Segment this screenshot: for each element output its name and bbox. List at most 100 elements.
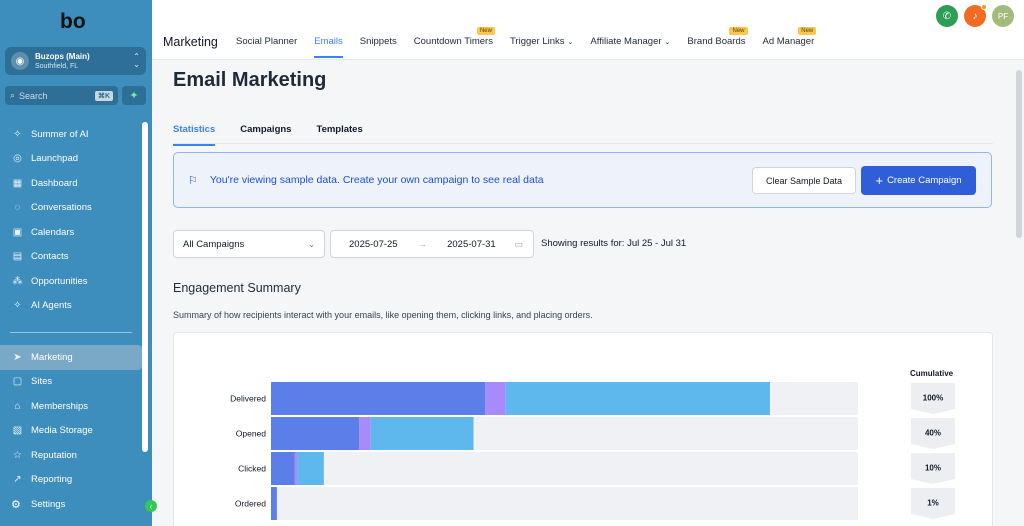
sidebar-item-memberships[interactable]: ⌂ Memberships	[0, 394, 152, 419]
tab-emails[interactable]: Emails	[314, 36, 343, 58]
brand-logo[interactable]: bo	[60, 10, 92, 32]
send-icon: ➤	[13, 351, 22, 363]
category-label-ordered: Ordered	[235, 499, 266, 509]
sidebar-item-marketing[interactable]: ➤ Marketing	[0, 345, 142, 370]
sidebar-item-opportunities[interactable]: ⁂ Opportunities	[0, 269, 152, 294]
sidebar-nav: ✧ Summer of AI ◎ Launchpad ▦ Dashboard ◌ Con…	[0, 122, 152, 492]
tab-affiliate-manager[interactable]: Affiliate Manager ⌄	[590, 36, 670, 58]
search-input[interactable]: ⌕ Search ⌘K	[5, 86, 118, 105]
bar-segment-delivered-3[interactable]	[505, 382, 770, 415]
trend-icon: ↗	[13, 474, 22, 486]
tab-snippets[interactable]: Snippets	[360, 36, 397, 58]
sidebar-item-reputation[interactable]: ☆ Reputation	[0, 443, 152, 468]
account-location: Southfield, FL	[35, 62, 79, 70]
calendar-icon: ▭	[514, 238, 523, 249]
chevron-updown-icon: ⌃ ⌄	[133, 52, 140, 69]
user-avatar[interactable]: PF	[992, 5, 1014, 27]
sidebar-item-sites[interactable]: ▢ Sites	[0, 370, 152, 395]
sidebar-item-summer-of-ai[interactable]: ✧ Summer of AI	[0, 122, 152, 147]
plus-icon: +	[875, 173, 884, 188]
bar-segment-opened-3[interactable]	[370, 417, 474, 450]
sidebar-item-label: Dashboard	[31, 177, 78, 189]
flag-icon: ⚐	[188, 174, 198, 187]
sidebar-item-dashboard[interactable]: ▦ Dashboard	[0, 171, 152, 196]
brand-logo-text: bo	[60, 10, 86, 32]
sidebar-item-settings[interactable]: ⚙ Settings	[11, 498, 65, 511]
cumulative-value-clicked: 10%	[925, 464, 941, 473]
module-title: Marketing	[163, 35, 218, 49]
search-icon: ⌕	[10, 90, 16, 100]
tab-label: Countdown Timers	[413, 36, 493, 47]
bar-segment-ordered-1[interactable]	[271, 487, 277, 520]
chevron-down-icon: ⌄	[308, 239, 315, 249]
page-scrollbar[interactable]	[1016, 70, 1022, 238]
grid-icon: ▦	[12, 177, 23, 189]
tab-label: Social Planner	[236, 36, 298, 47]
clear-sample-data-button[interactable]: Clear Sample Data	[752, 167, 856, 194]
notifications-button[interactable]: ♪	[964, 4, 987, 27]
sidebar-item-label: Memberships	[31, 400, 89, 412]
category-label-delivered: Delivered	[230, 394, 266, 404]
campaign-select-value: All Campaigns	[183, 238, 245, 250]
new-badge: New	[729, 27, 748, 35]
date-range-picker[interactable]: 2025-07-25 → 2025-07-31 ▭	[330, 230, 534, 258]
tab-label: Snippets	[359, 36, 397, 47]
account-switcher[interactable]: ◉ Buzops (Main) Southfield, FL ⌃ ⌄	[5, 47, 146, 75]
engagement-funnel-chart: Delivered 100% Opened 40% Clicked 10% Ordered 1…	[230, 382, 955, 520]
sidebar-item-media-storage[interactable]: ▧ Media Storage	[0, 419, 152, 444]
cumulative-value-delivered: 100%	[923, 394, 943, 403]
bar-segment-opened-1[interactable]	[271, 417, 360, 450]
tab-label: Affiliate Manager	[590, 36, 662, 47]
bar-segment-opened-2[interactable]	[359, 417, 371, 450]
sparkle-icon: ✦	[129, 90, 139, 102]
search-shortcut: ⌘K	[94, 90, 113, 101]
end-date: 2025-07-31	[447, 238, 496, 250]
sidebar-scrollbar[interactable]	[142, 122, 148, 452]
sparkle-icon: ✧	[13, 300, 22, 312]
sidebar-item-contacts[interactable]: ▤ Contacts	[0, 245, 152, 270]
bar-segment-delivered-2[interactable]	[485, 382, 506, 415]
chat-icon: ◌	[14, 202, 21, 214]
network-icon: ⁂	[12, 275, 23, 287]
banner-message: You're viewing sample data. Create your …	[209, 174, 544, 186]
campaign-select[interactable]: All Campaigns ⌄	[173, 230, 325, 258]
sidebar-item-launchpad[interactable]: ◎ Launchpad	[0, 147, 152, 172]
results-range-text: Showing results for: Jul 25 - Jul 31	[541, 238, 687, 249]
engagement-chart-card: Cumulative Delivered 100% Opened 40% Clicked…	[173, 332, 993, 526]
sidebar-item-ai-agents[interactable]: ✧ AI Agents	[0, 294, 152, 319]
engagement-summary-title: Engagement Summary	[173, 281, 301, 295]
tab-social-planner[interactable]: Social Planner	[236, 36, 297, 58]
category-label-opened: Opened	[236, 429, 267, 439]
tab-brand-boards[interactable]: Brand Boards New	[687, 27, 748, 58]
account-name: Buzops (Main)	[35, 51, 90, 61]
chevron-left-icon: ‹	[149, 501, 153, 511]
tab-trigger-links[interactable]: Trigger Links ⌄	[510, 36, 573, 58]
gear-icon: ⚙	[11, 499, 21, 511]
collapse-sidebar-button[interactable]: ‹	[145, 500, 157, 512]
bell-icon: ♪	[972, 10, 978, 22]
bar-segment-clicked-2[interactable]	[294, 452, 298, 485]
bar-segment-clicked-3[interactable]	[297, 452, 324, 485]
tab-countdown-timers[interactable]: Countdown Timers New	[413, 27, 495, 58]
sidebar-item-label: Launchpad	[31, 153, 79, 165]
sidebar-item-reporting[interactable]: ↗ Reporting	[0, 468, 152, 493]
top-bar: Marketing Social Planner Emails Snippets…	[152, 0, 1024, 60]
phone-button[interactable]: ✆	[936, 5, 958, 27]
sidebar-item-label: Media Storage	[31, 425, 93, 437]
page-title: Email Marketing	[173, 69, 327, 91]
new-badge: New	[476, 27, 495, 35]
sidebar-item-label: Marketing	[31, 351, 73, 363]
tab-ad-manager[interactable]: Ad Manager New	[763, 27, 817, 58]
bar-segment-clicked-1[interactable]	[271, 452, 295, 485]
create-campaign-button[interactable]: + Create Campaign	[861, 166, 976, 195]
create-campaign-label: Create Campaign	[887, 175, 962, 186]
bar-segment-delivered-1[interactable]	[271, 382, 486, 415]
sidebar-item-conversations[interactable]: ◌ Conversations	[0, 196, 152, 221]
ai-assist-button[interactable]: ✦	[122, 86, 146, 105]
chevron-down-icon: ⌄	[664, 39, 671, 46]
new-badge: New	[798, 27, 817, 35]
sidebar-item-calendars[interactable]: ▣ Calendars	[0, 220, 152, 245]
sites-icon: ▢	[12, 376, 23, 388]
sidebar-item-label: Calendars	[31, 226, 75, 238]
sidebar-item-label: AI Agents	[31, 300, 72, 312]
